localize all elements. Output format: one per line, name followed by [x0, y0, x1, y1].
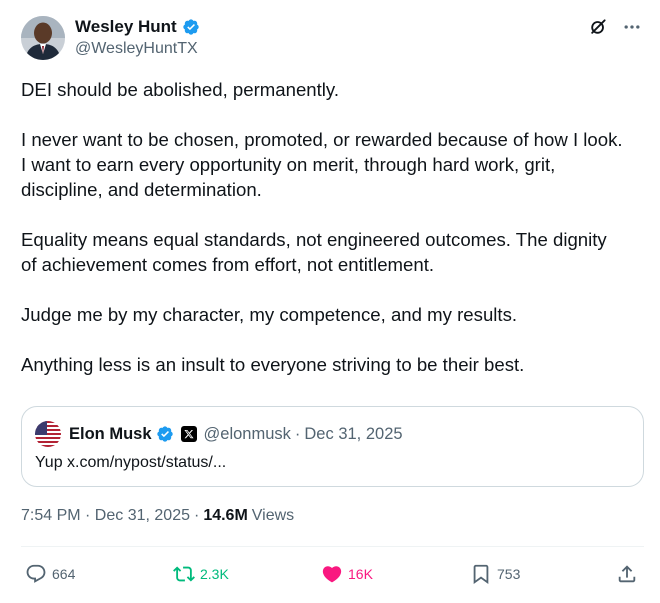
tweet-line: Anything less is an insult to everyone s…	[21, 354, 525, 375]
heart-icon	[322, 566, 342, 583]
share-button[interactable]	[616, 560, 638, 588]
quoted-tweet[interactable]: Elon Musk @elonmusk · Dec 31, 2025 Yup x…	[21, 406, 644, 487]
repost-button[interactable]: 2.3K	[173, 560, 229, 588]
grok-icon[interactable]	[588, 17, 608, 37]
repost-icon	[173, 566, 195, 582]
bookmark-count: 753	[497, 566, 521, 582]
quote-text: Yup x.com/nypost/status/...	[35, 454, 227, 471]
tweet-line: discipline, and determination.	[21, 179, 262, 200]
bookmark-icon	[473, 564, 489, 585]
quote-separator: ·	[294, 424, 301, 443]
verified-badge-icon	[182, 18, 200, 36]
tweet-line: I want to earn every opportunity on meri…	[21, 154, 556, 175]
reply-count: 664	[52, 566, 76, 582]
tweet-card: Wesley Hunt @WesleyHuntTX DEI should be …	[0, 0, 660, 603]
tweet-line: Equality means equal standards, not engi…	[21, 229, 607, 250]
reply-icon	[26, 564, 46, 583]
avatar-portrait	[21, 16, 65, 60]
author-avatar[interactable]	[21, 16, 65, 60]
tweet-line: DEI should be abolished, permanently.	[21, 79, 340, 100]
author-display-name[interactable]: Wesley Hunt	[75, 16, 177, 38]
repost-count: 2.3K	[200, 566, 229, 582]
x-affiliate-icon	[180, 426, 197, 442]
author-name-row: Wesley Hunt	[75, 16, 200, 38]
tweet-line: of achievement comes from effort, not en…	[21, 254, 435, 275]
tweet-line: I never want to be chosen, promoted, or …	[21, 129, 623, 150]
tweet-meta: 7:54 PM · Dec 31, 2025 · 14.6M Views	[21, 507, 294, 525]
quote-display-name[interactable]: Elon Musk	[69, 425, 152, 444]
bookmark-button[interactable]: 753	[470, 560, 520, 588]
author-handle[interactable]: @WesleyHuntTX	[75, 39, 198, 59]
header-actions	[588, 17, 642, 37]
more-icon[interactable]	[622, 17, 642, 37]
views-count: 14.6M	[203, 507, 248, 524]
tweet-timestamp[interactable]: 7:54 PM · Dec 31, 2025	[21, 507, 190, 525]
views-label: Views	[251, 507, 295, 524]
us-flag-icon	[35, 421, 61, 447]
meta-separator: ·	[193, 507, 200, 524]
action-bar: 664 2.3K 16K 753	[21, 560, 644, 588]
quote-header: Elon Musk @elonmusk · Dec 31, 2025	[35, 421, 403, 447]
like-count: 16K	[348, 566, 373, 582]
quote-handle[interactable]: @elonmusk	[204, 425, 291, 444]
quote-avatar[interactable]	[35, 421, 61, 447]
like-button[interactable]: 16K	[321, 560, 373, 588]
reply-button[interactable]: 664	[25, 560, 75, 588]
tweet-text: DEI should be abolished, permanently. I …	[21, 77, 646, 377]
quote-date[interactable]: Dec 31, 2025	[304, 425, 402, 444]
divider	[21, 546, 644, 547]
tweet-line: Judge me by my character, my competence,…	[21, 304, 518, 325]
share-icon	[618, 565, 636, 583]
verified-badge-icon	[156, 425, 174, 443]
